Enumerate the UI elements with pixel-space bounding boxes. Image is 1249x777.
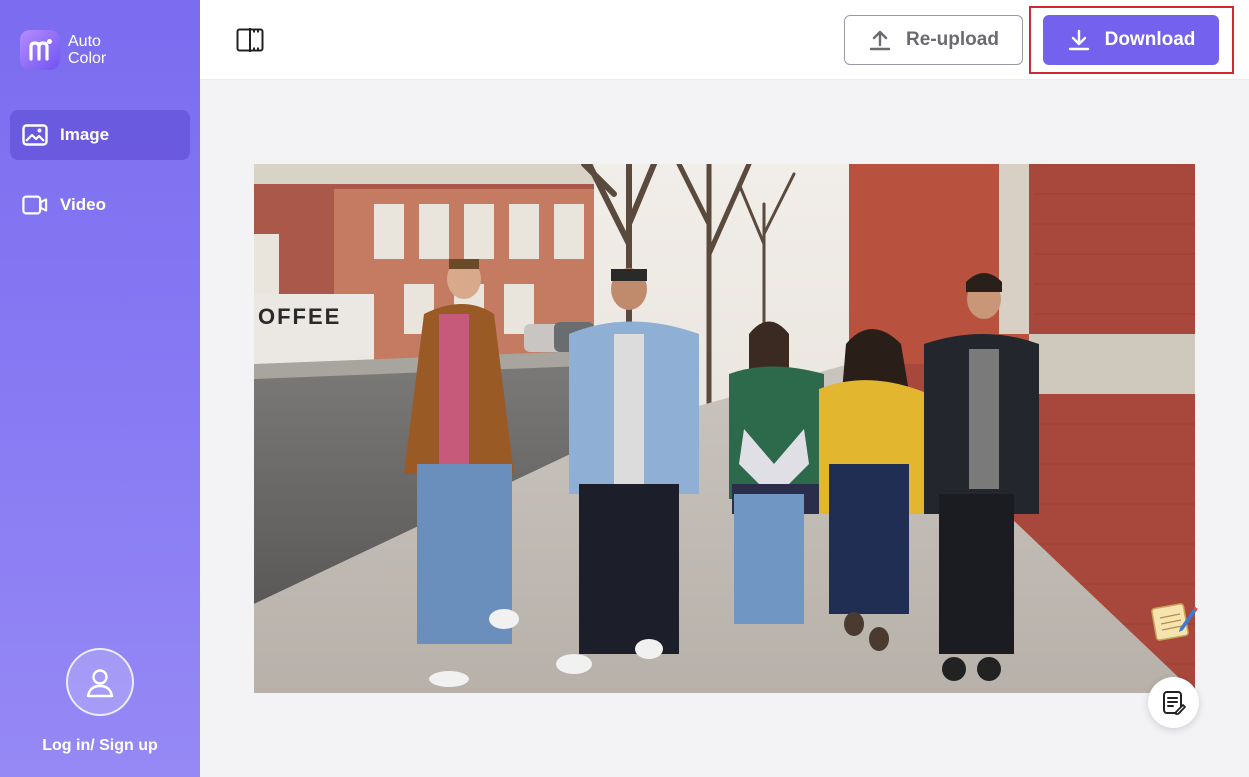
image-preview: OFFEE [254,164,1195,693]
top-bar: Re-upload Download [200,0,1249,80]
avatar[interactable] [66,648,134,716]
download-icon [1068,29,1089,51]
download-label: Download [1104,29,1196,50]
building-sign-text: OFFEE [258,304,341,329]
login-signup-link[interactable]: Log in/ Sign up [0,737,200,755]
brand-name: Auto Color [68,33,106,67]
brand-line-1: Auto [68,33,101,50]
brand[interactable]: Auto Color [20,30,106,70]
sidebar-item-image[interactable]: Image [10,110,190,160]
sidebar-item-label: Video [60,195,106,214]
sidebar-item-video[interactable]: Video [10,180,190,230]
download-button[interactable]: Download [1043,15,1219,65]
split-view-icon [236,28,264,52]
image-icon [22,122,48,148]
notes-button[interactable] [1148,677,1199,728]
video-icon [22,192,48,218]
note-edit-icon [1162,690,1186,715]
compare-toggle-button[interactable] [235,27,265,53]
notepad-sticker-icon [1150,598,1198,642]
user-icon [86,669,114,698]
upload-icon [869,30,891,51]
reupload-button[interactable]: Re-upload [844,15,1023,65]
sidebar-item-label: Image [60,125,110,144]
app-logo-icon [20,30,60,70]
brand-line-2: Color [68,50,107,67]
sidebar: Auto Color Image Video Log in/ Sign up [0,0,200,777]
reupload-label: Re-upload [906,29,999,50]
